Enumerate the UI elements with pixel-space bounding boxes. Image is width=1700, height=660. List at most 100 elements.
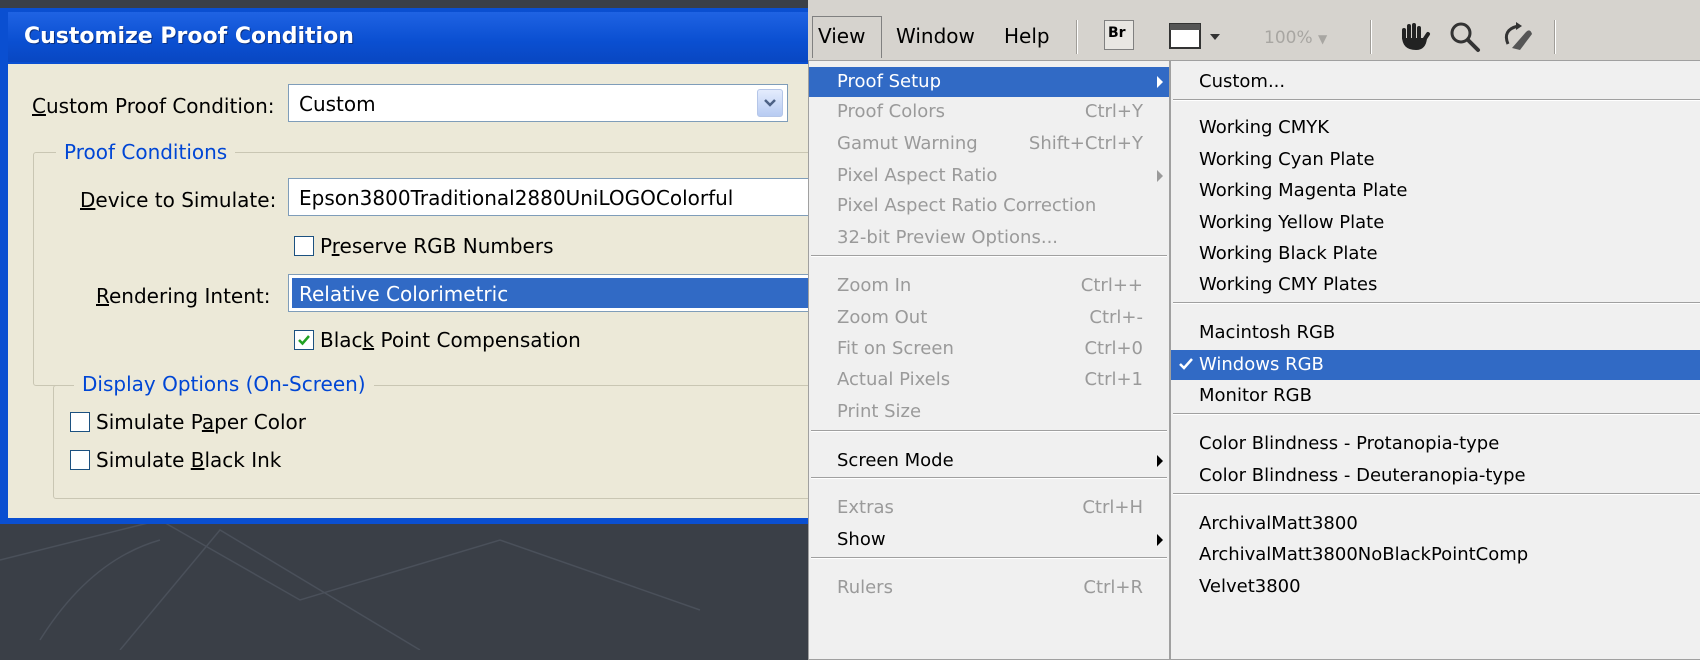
proof-setup-item-custom[interactable]: Custom... bbox=[1171, 67, 1700, 97]
menu-item-label: Pixel Aspect Ratio bbox=[837, 165, 998, 186]
submenu-arrow-icon bbox=[1157, 455, 1163, 467]
view-menu-item-pixel-aspect-ratio-correction[interactable]: Pixel Aspect Ratio Correction bbox=[809, 191, 1169, 221]
menu-item-shortcut: Ctrl+- bbox=[1089, 307, 1143, 328]
proof-conditions-group-label: Proof Conditions bbox=[56, 140, 236, 164]
view-menu-item-extras[interactable]: Extras Ctrl+H bbox=[809, 493, 1169, 523]
proof-setup-item-working-cmy-plates[interactable]: Working CMY Plates bbox=[1171, 270, 1700, 300]
device-to-simulate-select[interactable]: Epson3800Traditional2880UniLOGOColorful bbox=[288, 178, 848, 216]
zoom-level-field[interactable]: 100% ▼ bbox=[1264, 28, 1327, 48]
menu-help[interactable]: Help bbox=[1004, 24, 1050, 48]
menu-item-label: Pixel Aspect Ratio Correction bbox=[837, 195, 1097, 216]
customize-proof-condition-dialog: Customize Proof Condition Custom Proof C… bbox=[0, 8, 865, 524]
preserve-rgb-label: Preserve RGB Numbers bbox=[320, 234, 554, 258]
proof-setup-item-archivalmatt3800noblackpointcomp[interactable]: ArchivalMatt3800NoBlackPointComp bbox=[1171, 540, 1700, 570]
hand-icon[interactable] bbox=[1398, 20, 1434, 54]
checkmark-icon bbox=[298, 335, 310, 346]
menu-item-label: Actual Pixels bbox=[837, 369, 951, 390]
proof-setup-item-macintosh-rgb[interactable]: Macintosh RGB bbox=[1171, 318, 1700, 348]
view-menu-item-pixel-aspect-ratio[interactable]: Pixel Aspect Ratio bbox=[809, 161, 1169, 191]
proof-setup-item-color-blindness-protanopia-type[interactable]: Color Blindness - Protanopia-type bbox=[1171, 429, 1700, 459]
view-menu-item-zoom-out[interactable]: Zoom Out Ctrl+- bbox=[809, 303, 1169, 333]
toolbar-separator bbox=[1554, 20, 1556, 54]
menu-item-label: Rulers bbox=[837, 577, 893, 598]
menu-item-label: Extras bbox=[837, 497, 894, 518]
simulate-black-ink-label: Simulate Black Ink bbox=[96, 448, 282, 472]
view-menu-item-rulers[interactable]: Rulers Ctrl+R bbox=[809, 573, 1169, 603]
custom-condition-select[interactable]: Custom bbox=[288, 84, 788, 122]
menu-separator bbox=[811, 430, 1167, 432]
view-menu-item-actual-pixels[interactable]: Actual Pixels Ctrl+1 bbox=[809, 365, 1169, 395]
submenu-arrow-icon bbox=[1157, 170, 1163, 182]
rendering-intent-label: Rendering Intent: bbox=[96, 284, 271, 308]
toolbar-separator bbox=[1076, 20, 1078, 54]
custom-condition-label: Custom Proof Condition: bbox=[32, 94, 275, 118]
proof-setup-item-archivalmatt3800[interactable]: ArchivalMatt3800 bbox=[1171, 509, 1700, 539]
screen-mode-icon[interactable] bbox=[1168, 20, 1228, 52]
menu-separator bbox=[811, 477, 1167, 479]
menu-item-label: Gamut Warning bbox=[837, 133, 978, 154]
bridge-label: Br bbox=[1108, 25, 1126, 41]
submenu-item-label: Color Blindness - Protanopia-type bbox=[1199, 433, 1500, 454]
view-menu-item-proof-setup[interactable]: Proof Setup bbox=[809, 67, 1169, 97]
chevron-down-icon bbox=[764, 99, 776, 107]
rendering-intent-value: Relative Colorimetric bbox=[299, 282, 509, 306]
view-menu-item-fit-on-screen[interactable]: Fit on Screen Ctrl+0 bbox=[809, 334, 1169, 364]
view-menu-item-screen-mode[interactable]: Screen Mode bbox=[809, 446, 1169, 476]
view-menu-item-show[interactable]: Show bbox=[809, 525, 1169, 555]
device-to-simulate-value: Epson3800Traditional2880UniLOGOColorful bbox=[299, 186, 734, 210]
proof-setup-item-monitor-rgb[interactable]: Monitor RGB bbox=[1171, 381, 1700, 411]
menu-item-label: 32-bit Preview Options... bbox=[837, 227, 1059, 248]
menu-view[interactable]: View bbox=[818, 24, 865, 48]
proof-setup-item-working-black-plate[interactable]: Working Black Plate bbox=[1171, 239, 1700, 269]
view-menu-item-print-size[interactable]: Print Size bbox=[809, 397, 1169, 427]
menu-item-label: Zoom Out bbox=[837, 307, 928, 328]
menu-separator bbox=[811, 255, 1167, 257]
dropdown-button[interactable] bbox=[757, 89, 783, 117]
rotate-view-icon[interactable] bbox=[1500, 20, 1536, 54]
proof-setup-item-working-magenta-plate[interactable]: Working Magenta Plate bbox=[1171, 176, 1700, 206]
proof-setup-item-working-yellow-plate[interactable]: Working Yellow Plate bbox=[1171, 208, 1700, 238]
menu-item-shortcut: Ctrl+R bbox=[1083, 577, 1143, 598]
proof-setup-item-working-cyan-plate[interactable]: Working Cyan Plate bbox=[1171, 145, 1700, 175]
menu-item-label: Fit on Screen bbox=[837, 338, 954, 359]
preserve-rgb-checkbox[interactable] bbox=[294, 236, 314, 256]
bridge-icon[interactable]: Br bbox=[1104, 20, 1134, 50]
submenu-item-label: Color Blindness - Deuteranopia-type bbox=[1199, 465, 1526, 486]
submenu-item-label: Macintosh RGB bbox=[1199, 322, 1336, 343]
black-point-compensation-checkbox[interactable] bbox=[294, 330, 314, 350]
submenu-item-label: Velvet3800 bbox=[1199, 576, 1301, 597]
menu-item-shortcut: Shift+Ctrl+Y bbox=[1028, 133, 1143, 154]
display-options-group bbox=[53, 385, 855, 499]
rendering-intent-select[interactable]: Relative Colorimetric bbox=[288, 274, 848, 312]
view-menu-item-gamut-warning[interactable]: Gamut Warning Shift+Ctrl+Y bbox=[809, 129, 1169, 159]
submenu-item-label: ArchivalMatt3800 bbox=[1199, 513, 1358, 534]
menu-window[interactable]: Window bbox=[896, 24, 975, 48]
menu-item-shortcut: Ctrl+0 bbox=[1084, 338, 1143, 359]
view-menu-dropdown: Proof Setup Proof Colors Ctrl+Y Gamut Warni… bbox=[808, 60, 1170, 660]
menu-item-shortcut: Ctrl+1 bbox=[1084, 369, 1143, 390]
dialog-title-bar[interactable]: Customize Proof Condition bbox=[8, 12, 838, 62]
proof-setup-item-color-blindness-deuteranopia-type[interactable]: Color Blindness - Deuteranopia-type bbox=[1171, 461, 1700, 491]
submenu-arrow-icon bbox=[1157, 76, 1163, 88]
simulate-black-ink-checkbox[interactable] bbox=[70, 450, 90, 470]
menu-item-label: Zoom In bbox=[837, 275, 912, 296]
proof-setup-item-windows-rgb[interactable]: Windows RGB bbox=[1171, 350, 1700, 380]
view-menu-item-zoom-in[interactable]: Zoom In Ctrl++ bbox=[809, 271, 1169, 301]
view-menu-item-proof-colors[interactable]: Proof Colors Ctrl+Y bbox=[809, 97, 1169, 127]
submenu-item-label: Working Black Plate bbox=[1199, 243, 1378, 264]
menu-separator bbox=[1173, 493, 1700, 495]
menu-item-label: Print Size bbox=[837, 401, 922, 422]
menu-separator bbox=[1173, 99, 1700, 101]
menu-item-shortcut: Ctrl+H bbox=[1082, 497, 1143, 518]
dialog-title: Customize Proof Condition bbox=[24, 24, 354, 49]
proof-setup-item-velvet3800[interactable]: Velvet3800 bbox=[1171, 572, 1700, 602]
simulate-paper-color-checkbox[interactable] bbox=[70, 412, 90, 432]
menu-separator bbox=[1173, 413, 1700, 415]
proof-setup-item-working-cmyk[interactable]: Working CMYK bbox=[1171, 113, 1700, 143]
custom-condition-value: Custom bbox=[299, 92, 376, 116]
submenu-arrow-icon bbox=[1157, 534, 1163, 546]
zoom-icon[interactable] bbox=[1448, 20, 1482, 54]
menu-item-shortcut: Ctrl+Y bbox=[1084, 101, 1143, 122]
view-menu-item-32-bit-preview-options[interactable]: 32-bit Preview Options... bbox=[809, 223, 1169, 253]
submenu-item-label: ArchivalMatt3800NoBlackPointComp bbox=[1199, 544, 1529, 565]
